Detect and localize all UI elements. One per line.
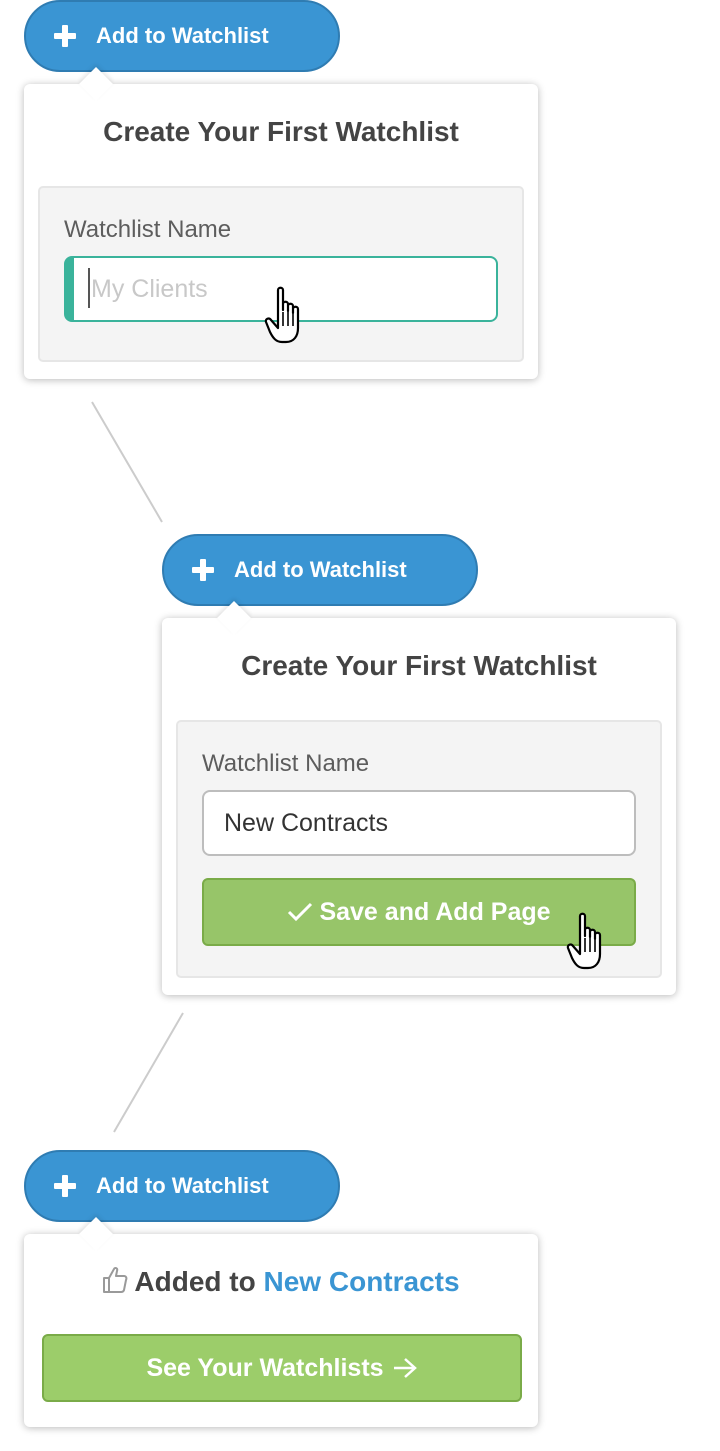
added-message: Added to New Contracts [24, 1234, 538, 1334]
see-watchlists-label: See Your Watchlists [146, 1353, 384, 1382]
watchlist-name-input[interactable]: New Contracts [202, 790, 636, 856]
add-to-watchlist-button[interactable]: Add to Watchlist [162, 534, 478, 606]
add-to-watchlist-label: Add to Watchlist [96, 23, 269, 48]
added-prefix: Added to [134, 1266, 256, 1297]
text-caret [88, 268, 90, 309]
plus-icon [192, 559, 214, 581]
add-to-watchlist-label: Add to Watchlist [234, 557, 407, 582]
thumbs-up-icon [103, 1266, 128, 1293]
popover-title: Create Your First Watchlist [241, 650, 597, 681]
plus-icon [54, 25, 76, 47]
connector-line-2 [113, 1012, 184, 1133]
see-your-watchlists-button[interactable]: See Your Watchlists [42, 1334, 522, 1402]
watchlist-name-link[interactable]: New Contracts [264, 1266, 460, 1297]
watchlist-name-label: Watchlist Name [202, 750, 370, 777]
watchlist-name-placeholder: My Clients [91, 275, 208, 303]
hand-pointer-cursor-icon [566, 912, 602, 970]
save-button-label: Save and Add Page [319, 897, 551, 926]
add-to-watchlist-button[interactable]: Add to Watchlist [24, 0, 340, 72]
connector-line-1 [91, 401, 163, 523]
watchlist-name-label: Watchlist Name [64, 216, 232, 243]
added-confirmation-popover: Added to New Contracts See Your Watchlis… [24, 1217, 538, 1427]
plus-icon [54, 1175, 76, 1197]
popover-title: Create Your First Watchlist [103, 116, 459, 147]
add-to-watchlist-label: Add to Watchlist [96, 1173, 269, 1198]
add-to-watchlist-button[interactable]: Add to Watchlist [24, 1150, 340, 1222]
arrow-right-icon [393, 1358, 417, 1378]
check-icon [288, 902, 313, 922]
hand-pointer-cursor-icon [264, 286, 300, 344]
